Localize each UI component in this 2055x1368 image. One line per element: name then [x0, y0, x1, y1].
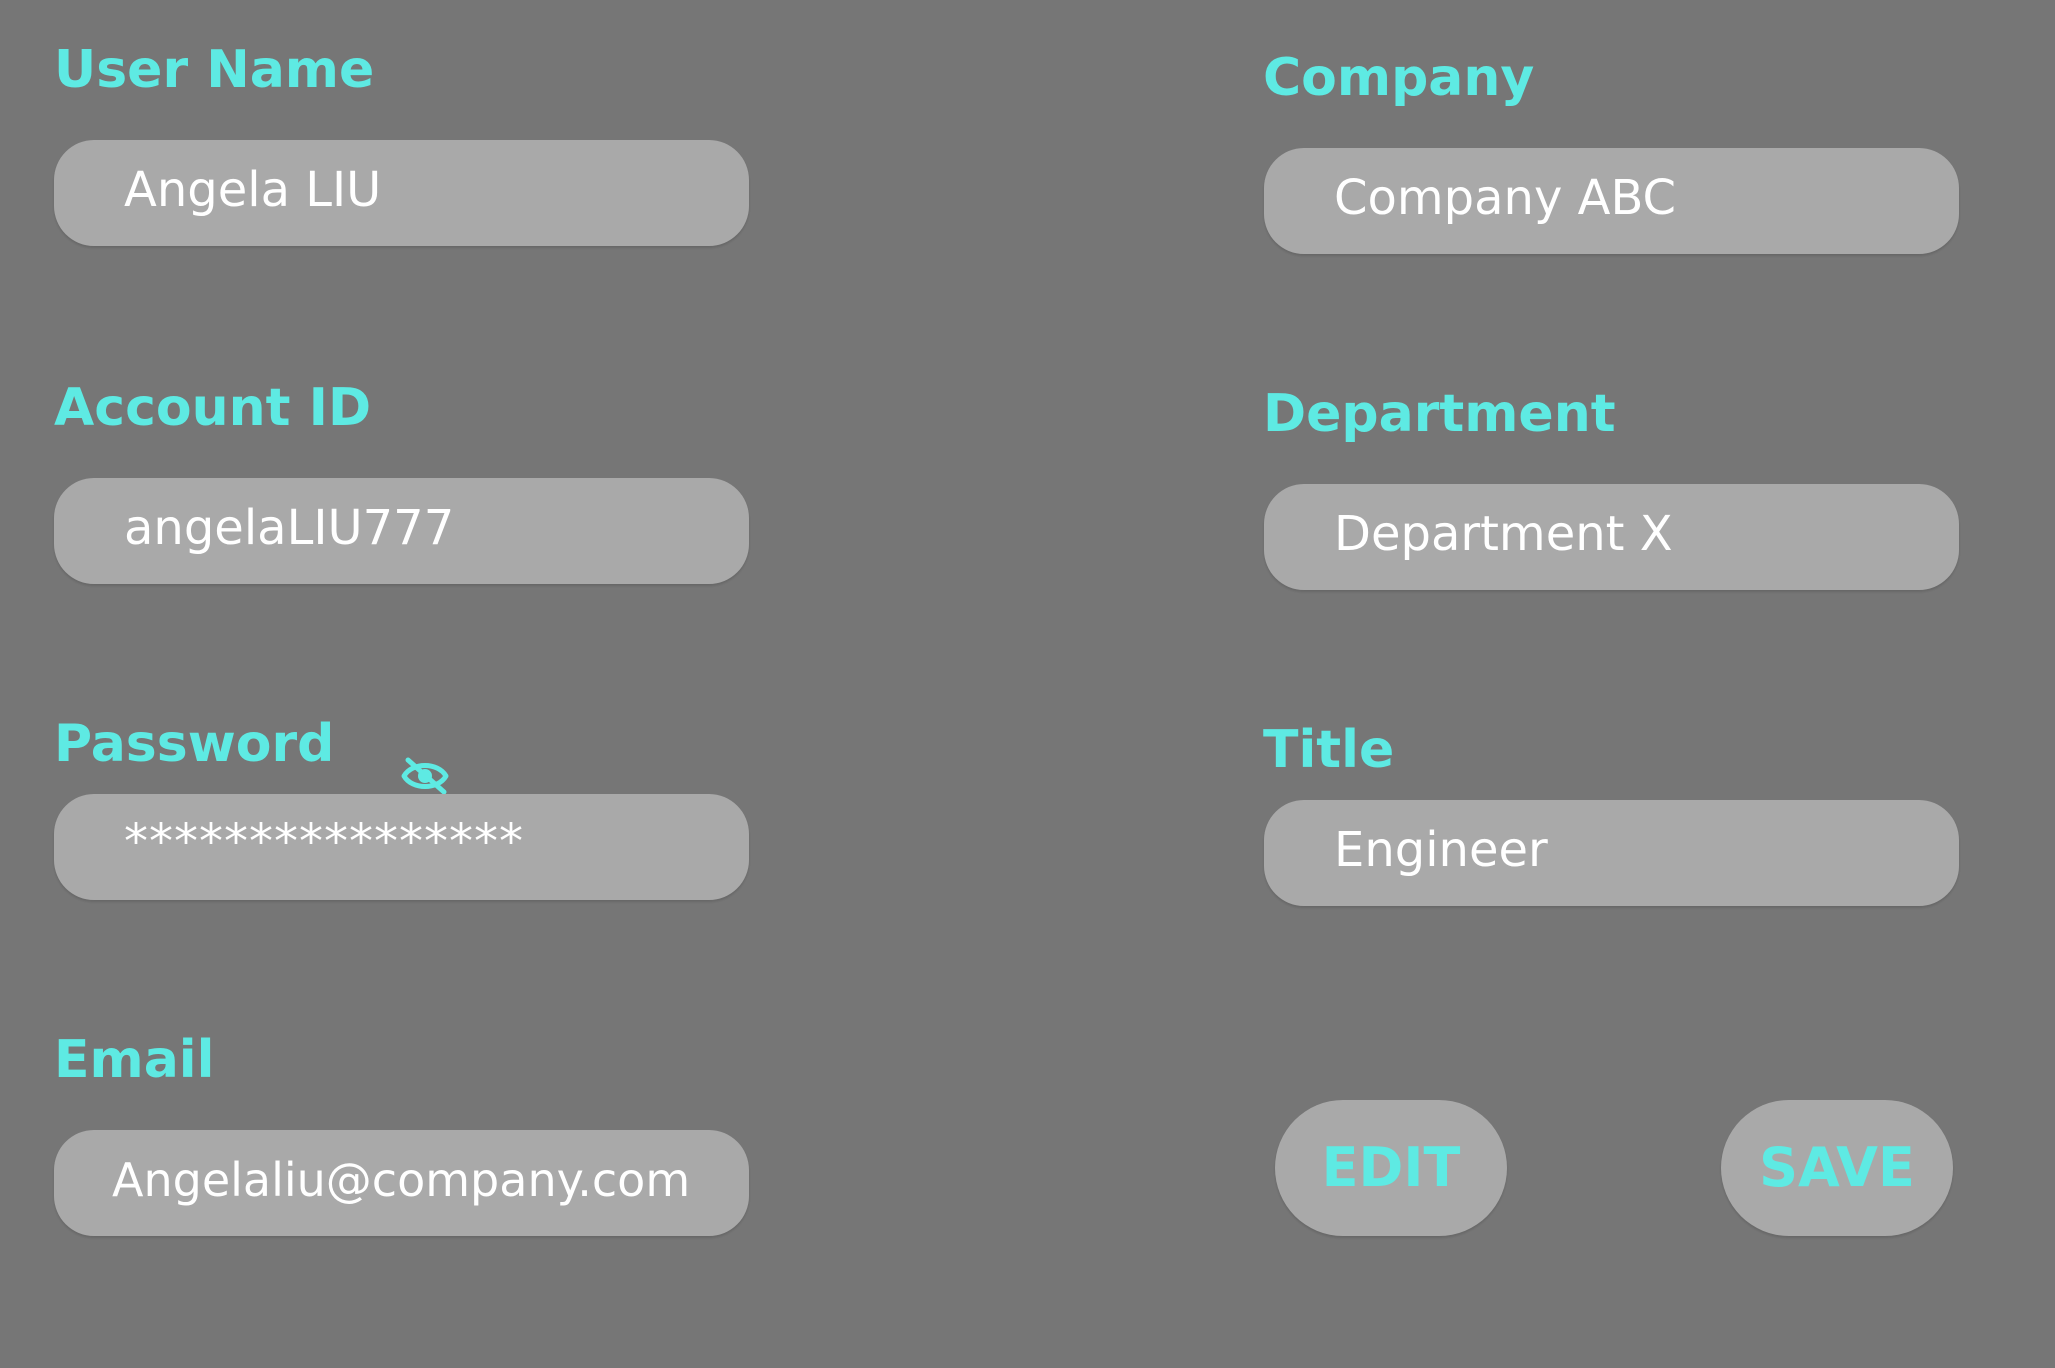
title-field[interactable]: Engineer — [1264, 800, 1959, 906]
password-label: Password — [54, 714, 335, 774]
user-name-label: User Name — [54, 40, 375, 100]
edit-button[interactable]: EDIT — [1275, 1100, 1507, 1236]
department-field[interactable]: Department X — [1264, 484, 1959, 590]
title-value: Engineer — [1334, 822, 1548, 878]
department-value: Department X — [1334, 506, 1673, 562]
department-label: Department — [1263, 384, 1616, 444]
account-id-field[interactable]: angelaLIU777 — [54, 478, 749, 584]
title-label: Title — [1263, 720, 1395, 780]
account-id-label: Account ID — [54, 378, 372, 438]
account-id-value: angelaLIU777 — [124, 500, 455, 556]
password-value: **************** — [124, 814, 524, 870]
company-value: Company ABC — [1334, 170, 1677, 226]
email-field[interactable]: Angelaliu@company.com — [54, 1130, 749, 1236]
company-label: Company — [1263, 48, 1535, 108]
email-value: Angelaliu@company.com — [112, 1153, 691, 1207]
password-field[interactable]: **************** — [54, 794, 749, 900]
save-button[interactable]: SAVE — [1721, 1100, 1953, 1236]
email-label: Email — [54, 1030, 215, 1090]
user-name-value: Angela LIU — [124, 162, 382, 218]
user-name-field[interactable]: Angela LIU — [54, 140, 749, 246]
company-field[interactable]: Company ABC — [1264, 148, 1959, 254]
eye-off-icon[interactable] — [400, 754, 450, 796]
